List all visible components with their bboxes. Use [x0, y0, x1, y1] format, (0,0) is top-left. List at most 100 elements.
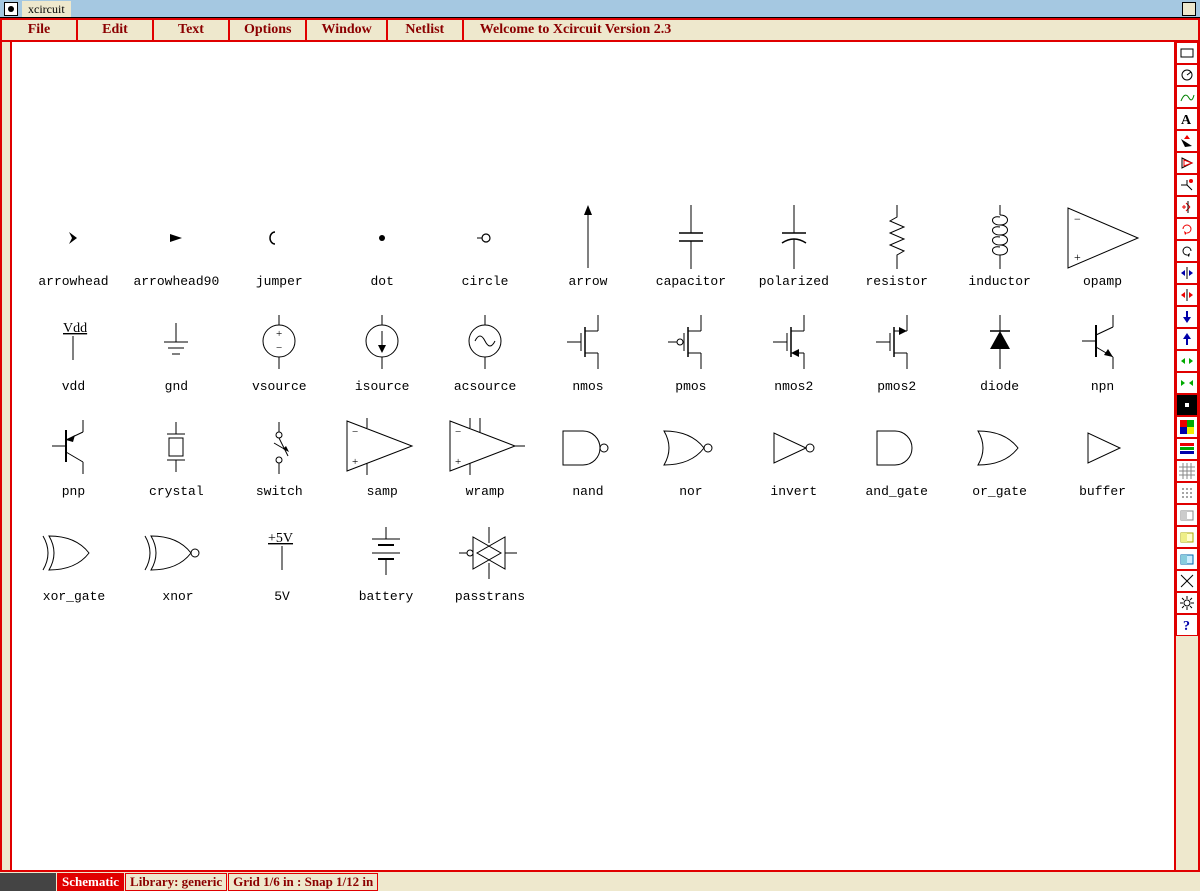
tool-text-icon[interactable]: A — [1176, 108, 1198, 130]
lib-label: arrowhead90 — [125, 274, 228, 289]
tool-layers-icon[interactable] — [1176, 438, 1198, 460]
lib-samp[interactable]: −+ samp — [331, 412, 434, 499]
menu-netlist[interactable]: Netlist — [388, 20, 464, 40]
lib-label: wramp — [434, 484, 537, 499]
svg-text:+: + — [276, 328, 282, 340]
tool-zoom-in-icon[interactable] — [1176, 350, 1198, 372]
lib-xor-gate[interactable]: xor_gate — [22, 517, 126, 604]
lib-label: capacitor — [639, 274, 742, 289]
lib-wramp[interactable]: −+ wramp — [434, 412, 537, 499]
lib-label: or_gate — [948, 484, 1051, 499]
tool-grid-icon[interactable] — [1176, 460, 1198, 482]
lib-label: xnor — [126, 589, 230, 604]
tool-pan-icon[interactable] — [1176, 394, 1198, 416]
lib-jumper[interactable]: jumper — [228, 202, 331, 289]
lib-polarized[interactable]: polarized — [742, 202, 845, 289]
lib-label: inductor — [948, 274, 1051, 289]
tool-arc-icon[interactable] — [1176, 64, 1198, 86]
lib-vdd[interactable]: Vdd vdd — [22, 307, 125, 394]
tool-move-icon[interactable] — [1176, 130, 1198, 152]
tool-spline-icon[interactable] — [1176, 86, 1198, 108]
lib-nmos[interactable]: nmos — [537, 307, 640, 394]
left-gutter — [2, 42, 12, 870]
lib-inductor[interactable]: inductor — [948, 202, 1051, 289]
lib-battery[interactable]: battery — [334, 517, 438, 604]
lib-label: opamp — [1051, 274, 1154, 289]
lib-label: nmos2 — [742, 379, 845, 394]
tool-help-icon[interactable]: ? — [1176, 614, 1198, 636]
tool-delete-icon[interactable] — [1176, 196, 1198, 218]
status-schematic-button[interactable]: Schematic — [57, 873, 124, 891]
lib-label: nor — [639, 484, 742, 499]
tool-copy-icon[interactable] — [1176, 152, 1198, 174]
lib-invert[interactable]: invert — [742, 412, 845, 499]
lib-or-gate[interactable]: or_gate — [948, 412, 1051, 499]
tool-params-icon[interactable] — [1176, 592, 1198, 614]
lib-arrow[interactable]: arrow — [537, 202, 640, 289]
lib-isource[interactable]: isource — [331, 307, 434, 394]
lib-npn[interactable]: npn — [1051, 307, 1154, 394]
lib-label: pmos — [639, 379, 742, 394]
lib-circle[interactable]: circle — [434, 202, 537, 289]
menu-window[interactable]: Window — [307, 20, 387, 40]
window-title: xcircuit — [22, 1, 71, 17]
svg-text:Vdd: Vdd — [63, 321, 87, 336]
menu-file[interactable]: File — [2, 20, 78, 40]
window-menu-button[interactable] — [1182, 2, 1196, 16]
lib-xnor[interactable]: xnor — [126, 517, 230, 604]
tool-push-icon[interactable] — [1176, 306, 1198, 328]
main-area: arrowhead arrowhead90 jumper dot circle — [0, 42, 1200, 872]
lib-pmos2[interactable]: pmos2 — [845, 307, 948, 394]
tool-library3-icon[interactable] — [1176, 548, 1198, 570]
tool-rotate-cw-icon[interactable] — [1176, 218, 1198, 240]
svg-text:A: A — [1181, 113, 1192, 128]
right-toolbar: A ? — [1174, 42, 1198, 870]
tool-snap-icon[interactable] — [1176, 482, 1198, 504]
lib-pnp[interactable]: pnp — [22, 412, 125, 499]
tool-colors-icon[interactable] — [1176, 416, 1198, 438]
status-library: Library: generic — [125, 873, 227, 891]
tool-zoom-out-icon[interactable] — [1176, 372, 1198, 394]
lib-crystal[interactable]: crystal — [125, 412, 228, 499]
lib-capacitor[interactable]: capacitor — [639, 202, 742, 289]
lib-passtrans[interactable]: passtrans — [438, 517, 542, 604]
lib-vsource[interactable]: +− vsource — [228, 307, 331, 394]
menu-edit[interactable]: Edit — [78, 20, 154, 40]
lib-and-gate[interactable]: and_gate — [845, 412, 948, 499]
tool-flip-v-icon[interactable] — [1176, 284, 1198, 306]
status-grid: Grid 1/6 in : Snap 1/12 in — [228, 873, 378, 891]
tool-library1-icon[interactable] — [1176, 504, 1198, 526]
lib-buffer[interactable]: buffer — [1051, 412, 1154, 499]
lib-nand[interactable]: nand — [537, 412, 640, 499]
lib-arrowhead90[interactable]: arrowhead90 — [125, 202, 228, 289]
lib-opamp[interactable]: −+ opamp — [1051, 202, 1154, 289]
lib-label: gnd — [125, 379, 228, 394]
lib-switch[interactable]: switch — [228, 412, 331, 499]
tool-flip-h-icon[interactable] — [1176, 262, 1198, 284]
lib-5v[interactable]: +5V 5V — [230, 517, 334, 604]
lib-label: switch — [228, 484, 331, 499]
tool-pop-icon[interactable] — [1176, 328, 1198, 350]
menubar: File Edit Text Options Window Netlist We… — [0, 18, 1200, 42]
lib-diode[interactable]: diode — [948, 307, 1051, 394]
tool-rotate-ccw-icon[interactable] — [1176, 240, 1198, 262]
lib-nmos2[interactable]: nmos2 — [742, 307, 845, 394]
tool-fit-icon[interactable] — [1176, 570, 1198, 592]
tool-library2-icon[interactable] — [1176, 526, 1198, 548]
svg-text:−: − — [276, 342, 282, 354]
lib-arrowhead[interactable]: arrowhead — [22, 202, 125, 289]
lib-acsource[interactable]: acsource — [434, 307, 537, 394]
canvas[interactable]: arrowhead arrowhead90 jumper dot circle — [12, 42, 1174, 870]
tool-edit-icon[interactable] — [1176, 174, 1198, 196]
svg-text:−: − — [352, 426, 358, 438]
lib-gnd[interactable]: gnd — [125, 307, 228, 394]
lib-dot[interactable]: dot — [331, 202, 434, 289]
lib-nor[interactable]: nor — [639, 412, 742, 499]
svg-text:+5V: +5V — [268, 531, 293, 546]
tool-rectangle-icon[interactable] — [1176, 42, 1198, 64]
lib-pmos[interactable]: pmos — [639, 307, 742, 394]
lib-resistor[interactable]: resistor — [845, 202, 948, 289]
status-mode-indicator — [0, 873, 56, 891]
menu-text[interactable]: Text — [154, 20, 230, 40]
menu-options[interactable]: Options — [230, 20, 307, 40]
